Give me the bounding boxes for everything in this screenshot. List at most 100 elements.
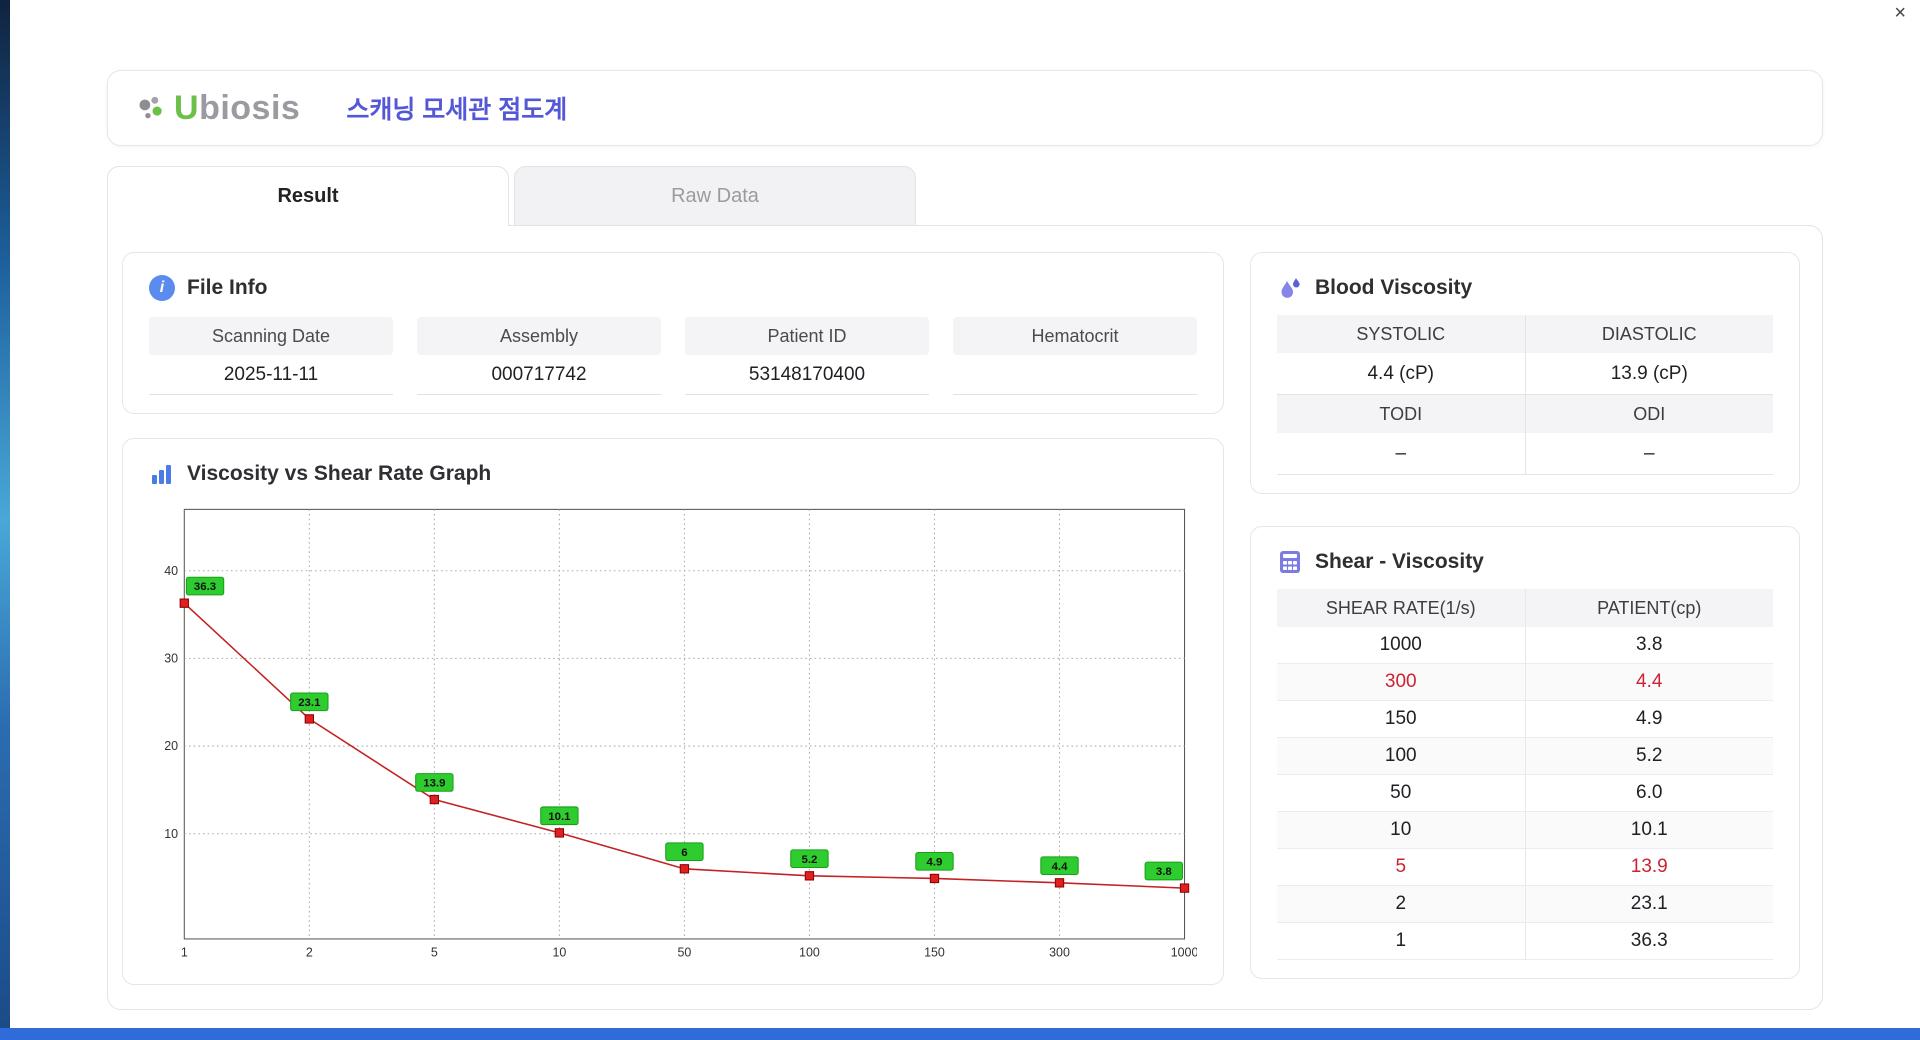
blood-viscosity-value-row: 4.4 (cP) 13.9 (cP) [1277, 353, 1773, 395]
table-header-row: SHEAR RATE(1/s) PATIENT(cp) [1277, 589, 1773, 627]
file-info-label: Hematocrit [953, 317, 1197, 355]
blood-viscosity-value: – [1277, 433, 1525, 475]
file-info-field: Assembly 000717742 [417, 317, 661, 395]
blood-viscosity-value: 13.9 (cP) [1524, 353, 1773, 395]
blood-viscosity-value: – [1524, 433, 1773, 475]
file-info-title-row: i File Info [149, 273, 1197, 303]
table-row: 100 5.2 [1277, 738, 1773, 775]
table-row: 1000 3.8 [1277, 627, 1773, 664]
shear-rate-cell: 10 [1390, 819, 1412, 840]
shear-rate-cell: 1000 [1379, 634, 1422, 655]
svg-text:10: 10 [552, 946, 566, 960]
droplet-icon [1281, 278, 1300, 298]
blood-viscosity-value: 4.4 (cP) [1277, 353, 1525, 395]
svg-text:6: 6 [681, 847, 687, 859]
file-info-field: Scanning Date 2025-11-11 [149, 317, 393, 395]
table-row: 1 36.3 [1277, 923, 1773, 960]
left-column: i File Info Scanning Date 2025-11-11 Assem… [122, 252, 1224, 985]
close-icon[interactable]: × [1894, 2, 1906, 24]
svg-text:10: 10 [164, 827, 178, 841]
blood-viscosity-card: Blood Viscosity SYSTOLIC DIASTOLIC 4.4 (cP… [1250, 252, 1800, 494]
file-info-field: Hematocrit [953, 317, 1197, 395]
svg-text:50: 50 [677, 946, 691, 960]
patient-cell: 5.2 [1524, 738, 1774, 774]
shear-viscosity-title: Shear - Viscosity [1315, 550, 1484, 573]
file-info-value: 53148170400 [685, 355, 929, 395]
table-row: 2 23.1 [1277, 886, 1773, 923]
svg-text:3.8: 3.8 [1156, 866, 1172, 878]
graph-title-row: Viscosity vs Shear Rate Graph [149, 459, 1197, 489]
svg-text:20: 20 [164, 739, 178, 753]
file-info-value: 2025-11-11 [149, 355, 393, 395]
shear-rate-cell: 2 [1395, 893, 1407, 914]
patient-cell: 6.0 [1524, 775, 1774, 811]
table-row: 5 13.9 [1277, 849, 1773, 886]
shear-viscosity-title-row: Shear - Viscosity [1277, 547, 1773, 577]
file-info-value: 000717742 [417, 355, 661, 395]
blood-viscosity-label: ODI [1524, 395, 1773, 433]
shear-rate-cell: 300 [1384, 671, 1417, 692]
viscosity-chart: 10 20 30 40 1 2 5 10 50 100 150 300 1000 36.3 23.1 13.9… [164, 508, 1197, 960]
file-info-label: Scanning Date [149, 317, 393, 355]
patient-cell: 4.4 [1524, 664, 1774, 700]
shear-viscosity-table: SHEAR RATE(1/s) PATIENT(cp) 1000 3.8 300 4.… [1277, 589, 1773, 960]
patient-cell: 23.1 [1524, 886, 1774, 922]
svg-text:10.1: 10.1 [548, 811, 571, 823]
logo-rest: biosis [199, 88, 301, 127]
blood-viscosity-header-row: TODI ODI [1277, 395, 1773, 433]
file-info-label: Assembly [417, 317, 661, 355]
ubiosis-logo: Ubiosis [138, 89, 300, 128]
column-header-shear-rate: SHEAR RATE(1/s) [1325, 597, 1476, 618]
blood-viscosity-label: SYSTOLIC [1277, 315, 1525, 353]
patient-cell: 10.1 [1524, 812, 1774, 848]
shear-rate-cell: 50 [1390, 782, 1412, 803]
patient-cell: 36.3 [1524, 923, 1774, 959]
app-content: Ubiosis 스캐닝 모세관 점도계 Result Raw Data i Fil… [107, 0, 1823, 1010]
tab-raw-data[interactable]: Raw Data [514, 166, 916, 226]
file-info-label: Patient ID [685, 317, 929, 355]
patient-cell: 3.8 [1524, 627, 1774, 663]
logo-u: U [174, 88, 200, 127]
logo-dots-icon [139, 96, 162, 119]
blood-viscosity-label: DIASTOLIC [1524, 315, 1773, 353]
taskbar [0, 1028, 1920, 1040]
info-icon: i [149, 275, 175, 301]
blood-viscosity-label: TODI [1277, 395, 1525, 433]
app-window: × Ubiosis 스캐닝 모세관 점도계 Result Raw Data i … [10, 0, 1920, 1028]
table-row: 10 10.1 [1277, 812, 1773, 849]
content-panel: i File Info Scanning Date 2025-11-11 Assem… [107, 225, 1823, 1010]
table-body: 1000 3.8 300 4.4 150 4.9 100 5.2 50 6.0 10 10.1 5 13.… [1277, 627, 1773, 960]
svg-text:36.3: 36.3 [194, 581, 216, 593]
patient-cell: 13.9 [1524, 849, 1774, 885]
file-info-field: Patient ID 53148170400 [685, 317, 929, 395]
graph-wrap: 10 20 30 40 1 2 5 10 50 100 150 300 1000 36.3 23.1 13.9… [149, 499, 1197, 966]
column-header-patient: PATIENT(cp) [1524, 589, 1774, 627]
tab-bar: Result Raw Data [107, 166, 1823, 226]
blood-viscosity-header-row: SYSTOLIC DIASTOLIC [1277, 315, 1773, 353]
calculator-icon [1280, 551, 1300, 573]
shear-rate-cell: 5 [1395, 856, 1407, 877]
file-info-value [953, 355, 1197, 395]
svg-text:5.2: 5.2 [802, 854, 818, 866]
svg-text:1: 1 [181, 946, 188, 960]
bar-chart-icon [152, 465, 171, 484]
header-card: Ubiosis 스캐닝 모세관 점도계 [107, 70, 1823, 146]
logo-text: Ubiosis [174, 89, 300, 128]
svg-text:2: 2 [306, 946, 313, 960]
blood-viscosity-title-row: Blood Viscosity [1277, 273, 1773, 303]
svg-text:13.9: 13.9 [423, 778, 445, 790]
svg-text:300: 300 [1049, 946, 1070, 960]
table-row: 150 4.9 [1277, 701, 1773, 738]
graph-title: Viscosity vs Shear Rate Graph [187, 462, 492, 485]
svg-text:23.1: 23.1 [298, 697, 321, 709]
file-info-card: i File Info Scanning Date 2025-11-11 Assem… [122, 252, 1224, 414]
blood-viscosity-value-row: – – [1277, 433, 1773, 475]
tab-result[interactable]: Result [107, 166, 509, 226]
file-info-title: File Info [187, 276, 268, 299]
right-column: Blood Viscosity SYSTOLIC DIASTOLIC 4.4 (cP… [1250, 252, 1800, 985]
svg-text:4.9: 4.9 [927, 856, 943, 868]
table-row: 300 4.4 [1277, 664, 1773, 701]
desktop-wallpaper-strip [0, 0, 10, 1040]
blood-viscosity-title: Blood Viscosity [1315, 276, 1473, 299]
shear-rate-cell: 1 [1395, 930, 1407, 951]
